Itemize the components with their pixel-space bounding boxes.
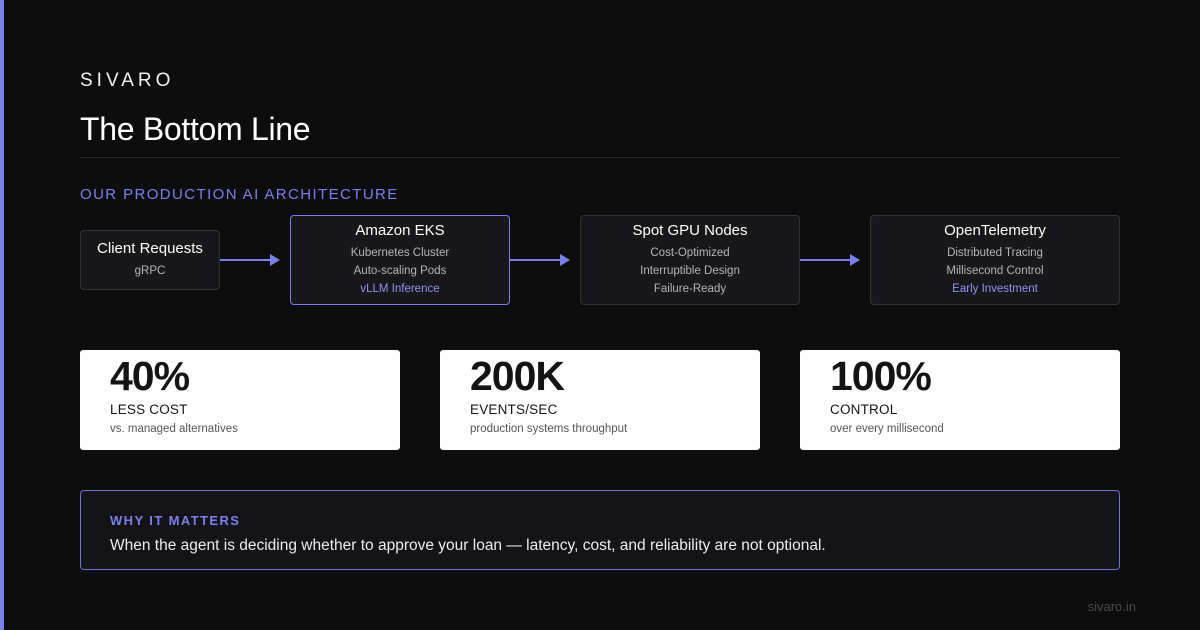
node-detail: Cost-Optimized — [650, 247, 730, 259]
node-client-requests: Client Requests gRPC — [80, 230, 220, 290]
stat-value: 100% — [830, 353, 932, 399]
node-detail: Auto-scaling Pods — [353, 265, 447, 277]
node-title: Amazon EKS — [355, 222, 445, 239]
arrow-right-icon — [510, 254, 570, 266]
stat-card-cost: 40% LESS COST vs. managed alternatives — [80, 350, 400, 450]
node-amazon-eks: Amazon EKS Kubernetes Cluster Auto-scali… — [290, 215, 510, 305]
arrow-right-icon — [800, 254, 860, 266]
stat-label: CONTROL — [830, 402, 898, 417]
stat-card-control: 100% CONTROL over every millisecond — [800, 350, 1120, 450]
brand-logo: SIVARO — [80, 70, 175, 91]
node-detail: Interruptible Design — [640, 265, 740, 277]
node-title: OpenTelemetry — [944, 222, 1046, 239]
node-detail-highlight: Early Investment — [952, 283, 1038, 295]
node-detail: Millisecond Control — [946, 265, 1044, 277]
why-label: WHY IT MATTERS — [110, 513, 241, 528]
title-divider — [80, 157, 1120, 158]
left-accent-bar — [0, 0, 4, 630]
section-label: OUR PRODUCTION AI ARCHITECTURE — [80, 186, 399, 203]
node-opentelemetry: OpenTelemetry Distributed Tracing Millis… — [870, 215, 1120, 305]
stat-subtext: production systems throughput — [470, 423, 628, 435]
node-detail: gRPC — [134, 265, 166, 277]
stat-value: 200K — [470, 353, 565, 399]
node-title: Client Requests — [97, 240, 203, 257]
node-detail-highlight: vLLM Inference — [360, 283, 440, 295]
node-detail: Distributed Tracing — [947, 247, 1043, 259]
arrow-right-icon — [220, 254, 280, 266]
stat-subtext: over every millisecond — [830, 423, 944, 435]
node-detail: Kubernetes Cluster — [350, 247, 450, 259]
stat-value: 40% — [110, 353, 190, 399]
page-title: The Bottom Line — [80, 111, 311, 147]
stat-label: EVENTS/SEC — [470, 402, 558, 417]
node-title: Spot GPU Nodes — [632, 222, 748, 239]
footer-url: sivaro.in — [1087, 599, 1136, 614]
node-detail: Failure-Ready — [653, 283, 727, 295]
node-spot-gpu-nodes: Spot GPU Nodes Cost-Optimized Interrupti… — [580, 215, 800, 305]
why-it-matters-box: WHY IT MATTERS When the agent is decidin… — [80, 490, 1120, 570]
stat-card-events: 200K EVENTS/SEC production systems throu… — [440, 350, 760, 450]
why-text: When the agent is deciding whether to ap… — [110, 537, 826, 554]
stat-label: LESS COST — [110, 402, 188, 417]
stat-subtext: vs. managed alternatives — [110, 423, 238, 435]
